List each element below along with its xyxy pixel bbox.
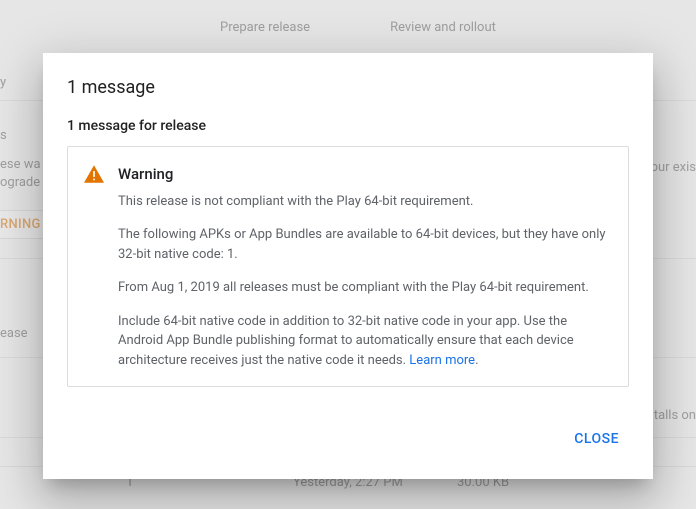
warning-text: Include 64-bit native code in addition t…: [118, 312, 610, 371]
dialog-title: 1 message: [67, 77, 629, 98]
warning-card: Warning This release is not compliant wi…: [67, 146, 629, 387]
dialog-subtitle: 1 message for release: [67, 118, 629, 134]
learn-more-link[interactable]: Learn more: [409, 353, 475, 368]
warning-text: This release is not compliant with the P…: [118, 192, 610, 212]
period: .: [475, 353, 478, 368]
warning-heading: Warning: [118, 163, 610, 186]
close-button[interactable]: CLOSE: [564, 423, 629, 455]
warning-icon: [84, 165, 104, 187]
dialog-actions: CLOSE: [67, 423, 629, 455]
messages-dialog: 1 message 1 message for release Warning …: [43, 53, 653, 479]
warning-text: From Aug 1, 2019 all releases must be co…: [118, 278, 610, 298]
warning-body: Warning This release is not compliant wi…: [118, 163, 610, 370]
warning-text-inline: Include 64-bit native code in addition t…: [118, 314, 574, 368]
warning-text: The following APKs or App Bundles are av…: [118, 225, 610, 264]
